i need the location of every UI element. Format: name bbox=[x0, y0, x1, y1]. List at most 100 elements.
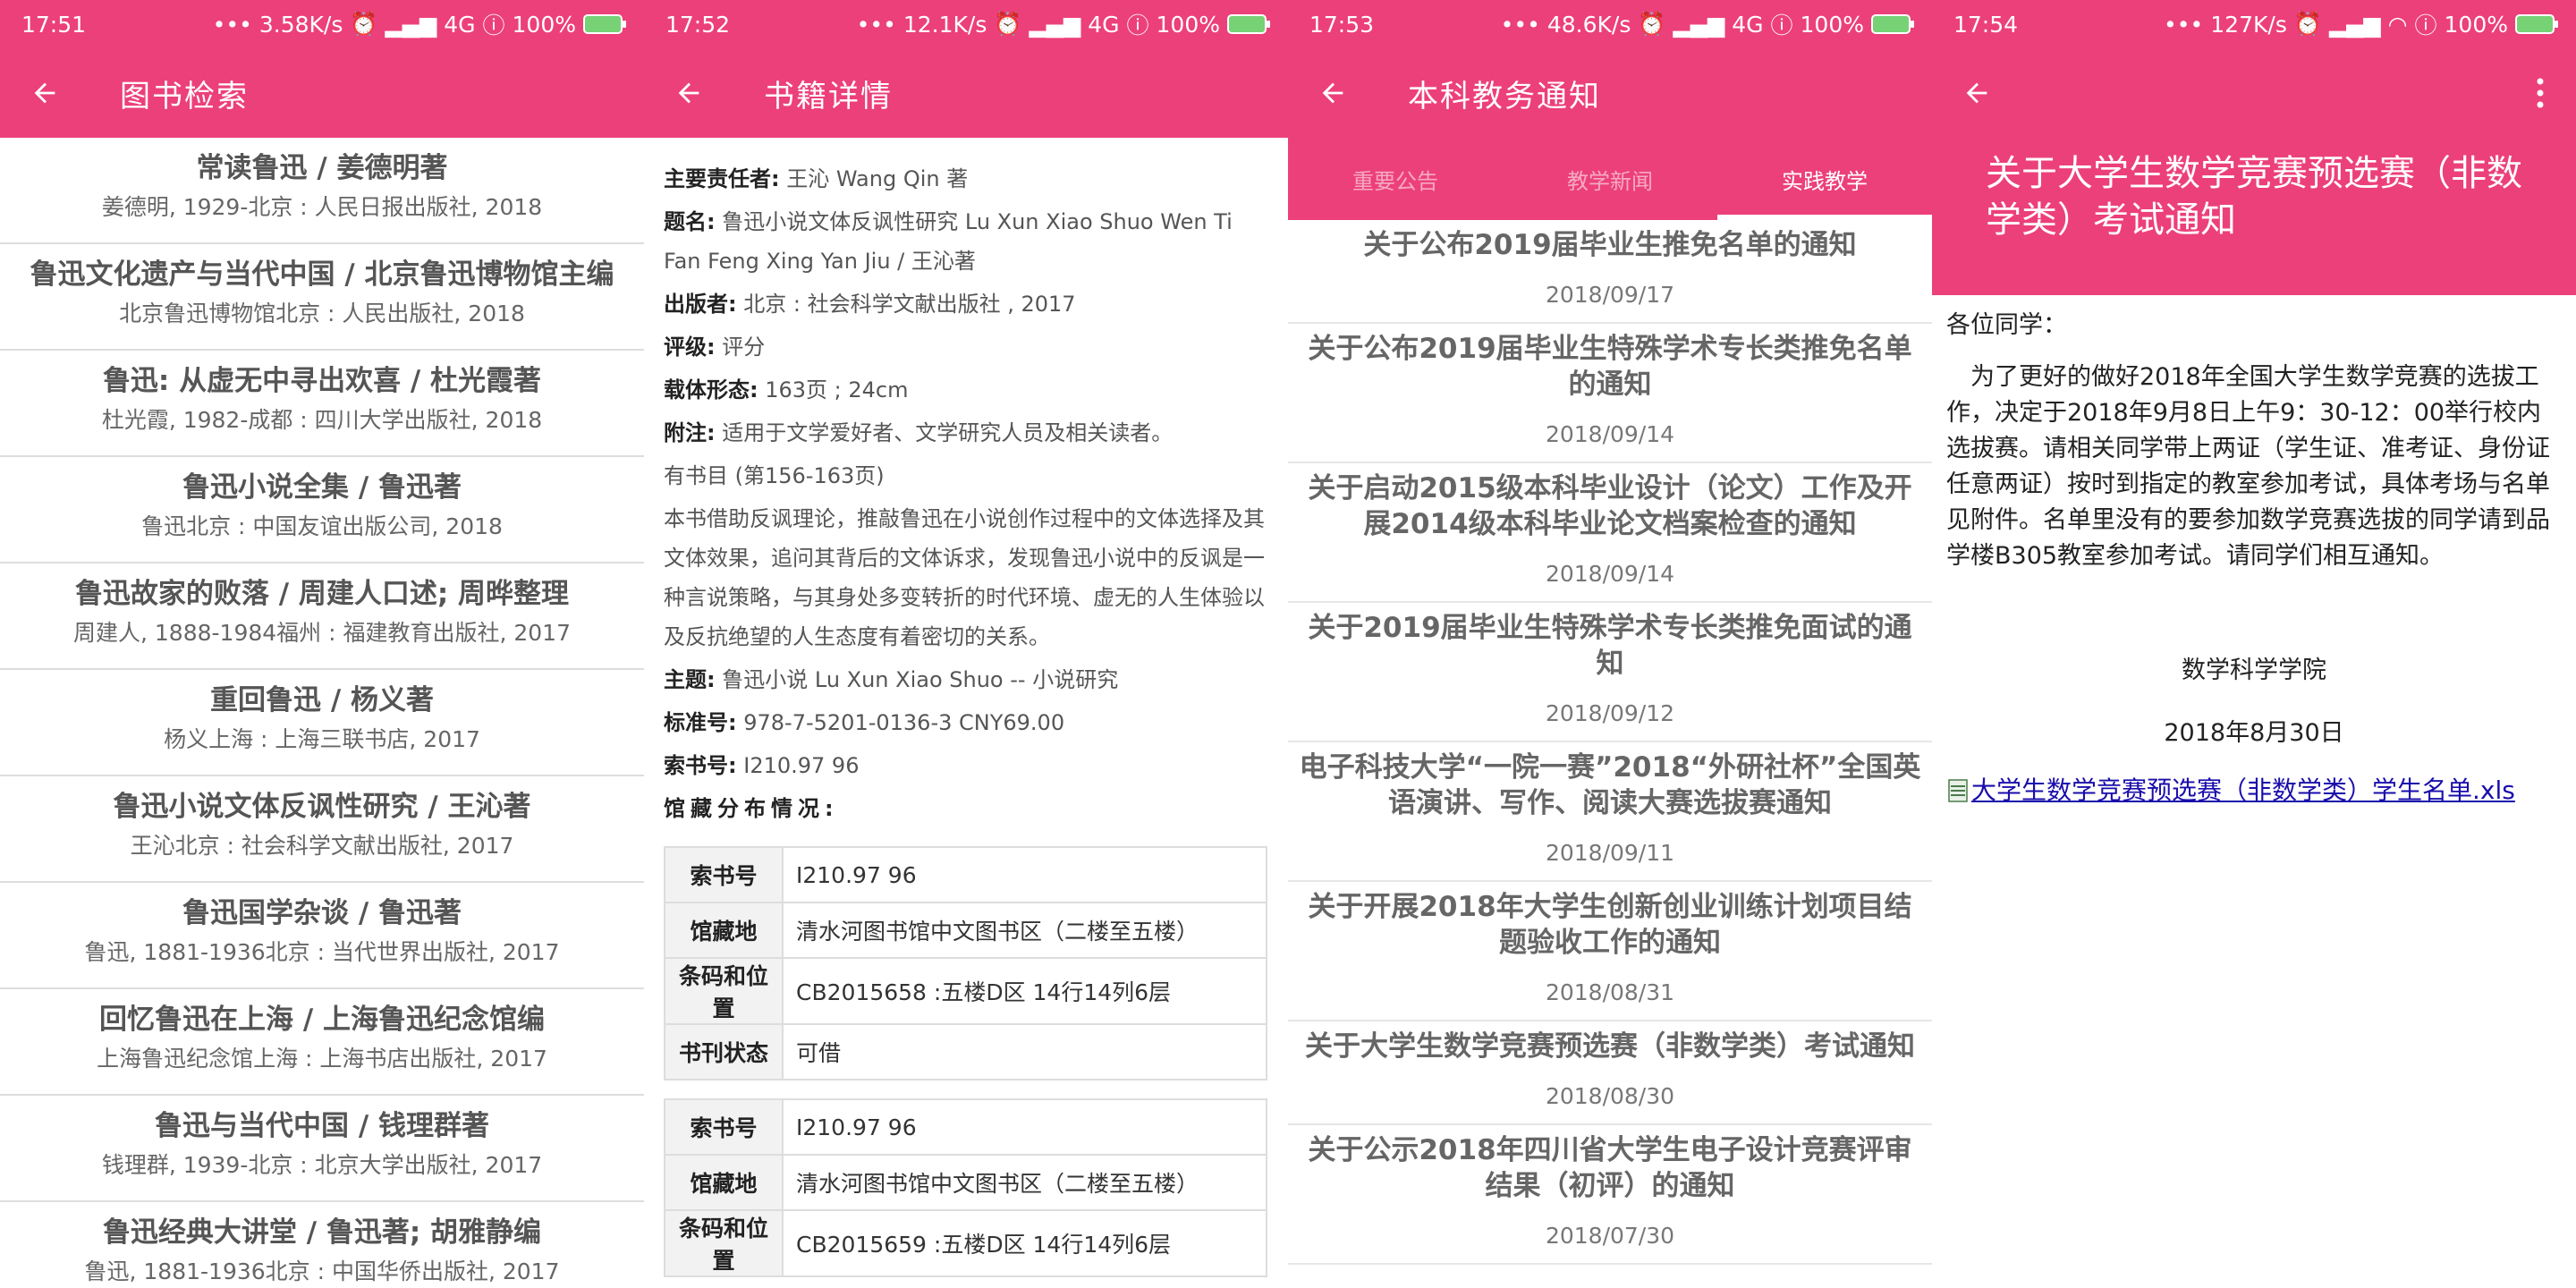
table-row: 书刊状态 可借 bbox=[664, 1023, 1267, 1080]
screen-book-search: 17:51 ••• 3.58K/s ⏰ ▂▄▆ 4G ⓘ 100% 图书检索 常… bbox=[0, 0, 644, 1288]
arrow-left-icon bbox=[1322, 82, 1343, 104]
book-info: 鲁迅北京 : 中国友谊出版公司, 2018 bbox=[141, 513, 503, 539]
table-row: 索书号 I210.97 96 bbox=[664, 846, 1267, 903]
book-info: 周建人, 1888-1984福州 : 福建教育出版社, 2017 bbox=[73, 620, 571, 646]
field-value: 鲁迅小说文体反讽性研究 Lu Xun Xiao Shuo Wen Ti Fan … bbox=[664, 209, 1233, 274]
notice-body: 各位同学： 为了更好的做好2018年全国大学生数学竞赛的选拔工作，决定于2018… bbox=[1932, 295, 2576, 821]
status-icons: ••• 127K/s ⏰ ▂▄▆ ◠ ⓘ 100% bbox=[2164, 8, 2558, 40]
book-title: 常读鲁迅 / 姜德明著 bbox=[196, 152, 448, 184]
field-key: 索书号: bbox=[664, 753, 737, 778]
status-time: 17:51 bbox=[21, 11, 87, 38]
notice-title: 关于大学生数学竞赛预选赛（非数学类）考试通知 bbox=[1305, 1030, 1915, 1063]
notice-title: 关于公布2019届毕业生特殊学术专长类推免名单的通知 bbox=[1308, 333, 1912, 401]
field-value: 鲁迅小说 Lu Xun Xiao Shuo -- 小说研究 bbox=[715, 667, 1119, 692]
back-button[interactable] bbox=[1950, 66, 2004, 120]
tab-practice[interactable]: 实践教学 bbox=[1717, 138, 1932, 220]
table-key: 索书号 bbox=[664, 846, 784, 903]
toolbar bbox=[1932, 48, 2576, 138]
signal-icon: ▂▄▆ bbox=[385, 11, 437, 38]
table-key: 馆藏地 bbox=[664, 1154, 784, 1211]
book-info: 鲁迅, 1881-1936北京 : 中国华侨出版社, 2017 bbox=[84, 1258, 560, 1284]
table-row: 索书号 I210.97 96 bbox=[664, 1098, 1267, 1156]
field-value: 王沁 Wang Qin 著 bbox=[779, 166, 969, 191]
field-value: 北京 : 社会科学文献出版社 , 2017 bbox=[736, 292, 1076, 317]
signal-icon: ▂▄▆ bbox=[1029, 11, 1081, 38]
list-item[interactable]: 回忆鲁迅在上海 / 上海鲁迅纪念馆编 上海鲁迅纪念馆上海 : 上海书店出版社, 2… bbox=[0, 989, 644, 1096]
page-title: 图书检索 bbox=[120, 78, 249, 114]
list-item[interactable]: 关于公布2019届毕业生推免名单的通知 2018/09/17 bbox=[1288, 220, 1932, 324]
notice-date: 2018/08/31 bbox=[1545, 979, 1675, 1005]
back-button[interactable] bbox=[1306, 66, 1360, 120]
notice-title: 电子科技大学“一院一赛”2018“外研社杯”全国英语演讲、写作、阅读大赛选拔赛通… bbox=[1299, 751, 1921, 819]
app-bar: 17:54 ••• 127K/s ⏰ ▂▄▆ ◠ ⓘ 100% 关于大学生数学竞… bbox=[1932, 0, 2576, 295]
table-value: I210.97 96 bbox=[782, 846, 1267, 903]
app-bar: 17:51 ••• 3.58K/s ⏰ ▂▄▆ 4G ⓘ 100% 图书检索 bbox=[0, 0, 644, 138]
screen-notice-detail: 17:54 ••• 127K/s ⏰ ▂▄▆ ◠ ⓘ 100% 关于大学生数学竞… bbox=[1932, 0, 2576, 1288]
greeting: 各位同学： bbox=[1946, 311, 2067, 339]
table-row: 馆藏地 清水河图书馆中文图书区（二楼至五楼） bbox=[664, 1154, 1267, 1211]
book-title: 鲁迅小说文体反讽性研究 / 王沁著 bbox=[113, 791, 531, 823]
network-type: 4G bbox=[444, 11, 476, 38]
field-key: 评级: bbox=[664, 335, 716, 360]
signature: 数学科学学院 bbox=[2182, 657, 2326, 684]
more-menu-button[interactable] bbox=[2522, 66, 2558, 120]
book-info: 姜德明, 1929-北京 : 人民日报出版社, 2018 bbox=[101, 194, 543, 220]
list-item[interactable]: 鲁迅: 从虚无中寻出欢喜 / 杜光霞著 杜光霞, 1982-成都 : 四川大学出版… bbox=[0, 351, 644, 457]
list-item[interactable]: 鲁迅小说文体反讽性研究 / 王沁著 王沁北京 : 社会科学文献出版社, 2017 bbox=[0, 776, 644, 883]
status-icons: ••• 48.6K/s ⏰ ▂▄▆ 4G ⓘ 100% bbox=[1501, 8, 1914, 40]
battery-icon bbox=[1871, 14, 1914, 34]
page-title: 本科教务通知 bbox=[1408, 78, 1601, 114]
field-publisher: 出版者: 北京 : 社会科学文献出版社 , 2017 bbox=[664, 284, 1268, 324]
battery-percent: 100% bbox=[512, 11, 576, 38]
table-key: 书刊状态 bbox=[664, 1023, 784, 1080]
book-title: 鲁迅经典大讲堂 / 鲁迅著; 胡雅静编 bbox=[102, 1216, 542, 1249]
list-item[interactable]: 鲁迅与当代中国 / 钱理群著 钱理群, 1939-北京 : 北京大学出版社, 20… bbox=[0, 1096, 644, 1202]
status-time: 17:52 bbox=[665, 11, 731, 38]
list-item[interactable]: 常读鲁迅 / 姜德明著姜德明, 1929-北京 : 人民日报出版社, 2018 bbox=[0, 138, 644, 244]
field-isbn: 标准号: 978-7-5201-0136-3 CNY69.00 bbox=[664, 703, 1268, 742]
notice-date: 2018年8月30日 bbox=[2164, 719, 2344, 747]
book-list: 常读鲁迅 / 姜德明著 姜德明, 1929-北京 : 人民日报出版社, 2018 … bbox=[0, 138, 644, 1288]
list-item[interactable]: 鲁迅经典大讲堂 / 鲁迅著; 胡雅静编鲁迅, 1881-1936北京 : 中国华… bbox=[0, 1202, 644, 1288]
abstract: 本书借助反讽理论，推敲鲁迅在小说创作过程中的文体选择及其文体效果，追问其背后的文… bbox=[664, 506, 1265, 649]
notice-date: 2018/09/11 bbox=[1545, 840, 1675, 866]
screen-notices: 17:53 ••• 48.6K/s ⏰ ▂▄▆ 4G ⓘ 100% 本科教务通知 bbox=[1288, 0, 1932, 1288]
list-item[interactable]: 关于大学生数学竞赛预选赛（非数学类）考试通知 2018/08/30 bbox=[1288, 1021, 1932, 1125]
field-note: 附注: 适用于文学爱好者、文学研究人员及相关读者。 bbox=[664, 413, 1268, 453]
back-button[interactable] bbox=[662, 66, 716, 120]
list-item[interactable]: 关于公布2019届毕业生特殊学术专长类推免名单的通知 2018/09/14 bbox=[1288, 324, 1932, 463]
list-item[interactable]: 关于开展2018年大学生创新创业训练计划项目结题验收工作的通知 2018/08/3… bbox=[1288, 882, 1932, 1021]
attachment-link[interactable]: 大学生数学竞赛预选赛（非数学类）学生名单.xls bbox=[1971, 773, 2515, 809]
back-button[interactable] bbox=[18, 66, 72, 120]
field-key: 出版者: bbox=[664, 292, 737, 317]
attachment: 大学生数学竞赛预选赛（非数学类）学生名单.xls bbox=[1946, 773, 2562, 809]
status-time: 17:53 bbox=[1309, 11, 1375, 38]
list-item[interactable]: 关于2019届毕业生特殊学术专长类推免面试的通知 2018/09/12 bbox=[1288, 603, 1932, 742]
list-item[interactable]: 鲁迅小说全集 / 鲁迅著 鲁迅北京 : 中国友谊出版公司, 2018 bbox=[0, 457, 644, 564]
notice-date: 2018/09/17 bbox=[1545, 282, 1675, 308]
list-item[interactable]: 重回鲁迅 / 杨义著 杨义上海 : 上海三联书店, 2017 bbox=[0, 670, 644, 776]
field-value: 适用于文学爱好者、文学研究人员及相关读者。 bbox=[715, 420, 1174, 445]
net-speed: 3.58K/s bbox=[258, 11, 343, 38]
table-key: 馆藏地 bbox=[664, 902, 784, 959]
list-item[interactable]: 电子科技大学“一院一赛”2018“外研社杯”全国英语演讲、写作、阅读大赛选拔赛通… bbox=[1288, 742, 1932, 882]
status-bar: 17:52 ••• 12.1K/s ⏰ ▂▄▆ 4G ⓘ 100% bbox=[644, 0, 1288, 48]
list-item[interactable]: 鲁迅文化遗产与当代中国 / 北京鲁迅博物馆主编 北京鲁迅博物馆北京 : 人民出版社… bbox=[0, 244, 644, 351]
list-item[interactable]: 关于启动2015级本科毕业设计（论文）工作及开展2014级本科毕业论文档案检查的… bbox=[1288, 463, 1932, 603]
list-item[interactable]: 鲁迅故家的败落 / 周建人口述; 周晔整理 周建人, 1888-1984福州 : … bbox=[0, 564, 644, 670]
screens: 17:51 ••• 3.58K/s ⏰ ▂▄▆ 4G ⓘ 100% 图书检索 常… bbox=[0, 0, 2576, 1288]
alarm-icon: ⏰ bbox=[994, 11, 1022, 37]
table-value: I210.97 96 bbox=[782, 1098, 1267, 1156]
charging-icon: ⓘ bbox=[1126, 13, 1149, 38]
toolbar: 本科教务通知 bbox=[1288, 48, 1932, 138]
table-value: CB2015658 :五楼D区 14行14列6层 bbox=[782, 957, 1267, 1025]
arrow-left-icon bbox=[34, 82, 55, 104]
book-info: 上海鲁迅纪念馆上海 : 上海书店出版社, 2017 bbox=[97, 1046, 547, 1072]
tab-teaching-news[interactable]: 教学新闻 bbox=[1503, 138, 1717, 220]
list-item[interactable]: 鲁迅国学杂谈 / 鲁迅著 鲁迅, 1881-1936北京 : 当代世界出版社, 2… bbox=[0, 883, 644, 989]
tab-important[interactable]: 重要公告 bbox=[1288, 138, 1503, 220]
book-detail: 主要责任者: 王沁 Wang Qin 著 题名: 鲁迅小说文体反讽性研究 Lu … bbox=[644, 138, 1288, 1288]
status-time: 17:54 bbox=[1953, 11, 2019, 38]
status-icons: ••• 3.58K/s ⏰ ▂▄▆ 4G ⓘ 100% bbox=[213, 8, 626, 40]
list-item[interactable]: 关于公示2018年四川省大学生电子设计竞赛评审结果（初评）的通知 2018/07/… bbox=[1288, 1125, 1932, 1265]
